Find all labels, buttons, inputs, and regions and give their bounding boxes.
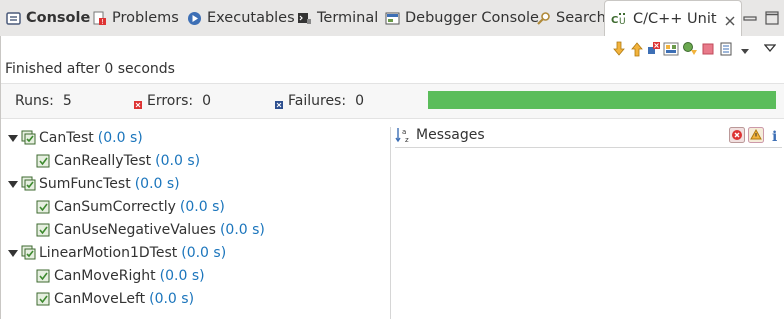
view-menu-icon[interactable] <box>763 42 777 58</box>
show-info-icon[interactable]: i <box>767 127 783 145</box>
cpp-unit-icon: CU <box>611 12 628 27</box>
previous-failure-icon[interactable] <box>630 41 644 61</box>
suite-row[interactable]: LinearMotion1DTest (0.0 s) <box>7 243 226 263</box>
suite-name: CanTest <box>39 130 94 146</box>
next-failure-icon[interactable] <box>612 41 626 61</box>
rerun-test-icon[interactable] <box>682 41 698 61</box>
history-dropdown-arrow-icon[interactable] <box>740 44 750 60</box>
runs-counter: Runs: 5 <box>15 93 72 109</box>
maximize-view-icon[interactable] <box>763 9 781 27</box>
svg-text:z: z <box>405 136 409 144</box>
suite-name: SumFuncTest <box>39 176 131 192</box>
test-history-icon[interactable] <box>720 41 734 61</box>
problems-icon: ! <box>92 11 107 26</box>
error-icon <box>134 97 142 109</box>
suite-time: (0.0 s) <box>134 176 180 192</box>
close-tab-icon[interactable] <box>725 14 735 26</box>
test-case-row[interactable]: CanMoveRight (0.0 s) <box>36 266 205 286</box>
scroll-lock-icon[interactable] <box>663 41 679 61</box>
executables-icon <box>187 11 202 26</box>
tab-search[interactable]: Search <box>536 6 606 30</box>
test-case-passed-icon <box>36 222 52 238</box>
stop-test-icon[interactable] <box>701 41 715 61</box>
suite-time: (0.0 s) <box>97 130 143 146</box>
tab-terminal[interactable]: Terminal <box>297 6 378 30</box>
svg-text:i: i <box>772 129 777 143</box>
tab-cpp-unit[interactable]: CU C/C++ Unit <box>604 0 742 37</box>
test-case-passed-icon <box>36 199 52 215</box>
failures-value: 0 <box>355 93 364 109</box>
test-case-row[interactable]: CanReallyTest (0.0 s) <box>36 151 200 171</box>
svg-text:a: a <box>402 128 406 136</box>
sort-messages-icon: az <box>395 126 413 144</box>
test-case-time: (0.0 s) <box>219 222 265 238</box>
runs-label: Runs: <box>15 93 54 109</box>
tab-debugger-console-label: Debugger Console <box>405 10 539 26</box>
tab-debugger-console[interactable]: Debugger Console <box>385 6 539 30</box>
expand-arrow-icon[interactable] <box>7 132 19 144</box>
terminal-icon <box>297 11 312 26</box>
test-case-name: CanSumCorrectly <box>54 199 176 215</box>
finished-status: Finished after 0 seconds <box>5 61 175 77</box>
search-icon <box>536 11 551 26</box>
expand-arrow-icon[interactable] <box>7 247 19 259</box>
show-failures-only-icon[interactable] <box>647 41 661 61</box>
tab-executables[interactable]: Executables <box>187 6 295 30</box>
errors-label: Errors: <box>147 93 194 109</box>
errors-counter: Errors: 0 <box>134 93 211 109</box>
test-case-name: CanReallyTest <box>54 153 152 169</box>
svg-text:C: C <box>611 15 618 26</box>
failure-icon <box>275 97 283 109</box>
debugger-console-icon <box>385 11 400 26</box>
test-suite-passed-icon <box>21 176 37 192</box>
svg-text:U: U <box>619 17 626 27</box>
errors-value: 0 <box>202 93 212 109</box>
messages-header: az Messages i <box>395 123 782 148</box>
tab-console-label: Console <box>26 10 91 26</box>
tab-terminal-label: Terminal <box>317 10 379 26</box>
view-tab-bar: Console ! Problems Executables Terminal … <box>0 0 784 37</box>
test-case-time: (0.0 s) <box>159 268 205 284</box>
failures-counter: Failures: 0 <box>275 93 364 109</box>
tab-search-label: Search <box>556 10 606 26</box>
console-icon <box>6 11 21 26</box>
test-case-name: CanMoveRight <box>54 268 156 284</box>
test-case-row[interactable]: CanUseNegativeValues (0.0 s) <box>36 220 265 240</box>
tree-messages-divider[interactable] <box>390 127 391 319</box>
suite-row[interactable]: CanTest (0.0 s) <box>7 128 143 148</box>
runs-value: 5 <box>62 93 72 109</box>
suite-name: LinearMotion1DTest <box>39 245 178 261</box>
show-warnings-icon[interactable] <box>748 127 764 143</box>
suite-time: (0.0 s) <box>181 245 227 261</box>
test-case-passed-icon <box>36 153 52 169</box>
view-toolbar <box>611 41 781 59</box>
minimize-view-icon[interactable] <box>741 9 759 27</box>
tab-problems[interactable]: ! Problems <box>92 6 179 30</box>
test-case-name: CanMoveLeft <box>54 291 146 307</box>
test-case-time: (0.0 s) <box>149 291 195 307</box>
messages-title: Messages <box>416 127 485 143</box>
test-case-passed-icon <box>36 268 52 284</box>
test-case-name: CanUseNegativeValues <box>54 222 216 238</box>
test-progress-bar <box>428 91 776 109</box>
tab-cpp-unit-label: C/C++ Unit <box>633 11 717 27</box>
test-case-passed-icon <box>36 291 52 307</box>
test-suite-passed-icon <box>21 130 37 146</box>
tab-problems-label: Problems <box>112 10 179 26</box>
cpp-unit-view: Finished after 0 seconds Runs: 5 Errors:… <box>0 36 784 319</box>
test-case-time: (0.0 s) <box>179 199 225 215</box>
test-case-time: (0.0 s) <box>155 153 201 169</box>
test-suite-passed-icon <box>21 245 37 261</box>
test-case-row[interactable]: CanSumCorrectly (0.0 s) <box>36 197 225 217</box>
svg-text:!: ! <box>101 18 104 26</box>
show-errors-icon[interactable] <box>729 127 745 143</box>
tab-executables-label: Executables <box>207 10 295 26</box>
tab-console[interactable]: Console <box>6 6 90 30</box>
counter-bar: Runs: 5 Errors: 0 Failures: 0 <box>1 83 784 119</box>
failures-label: Failures: <box>288 93 347 109</box>
test-case-row[interactable]: CanMoveLeft (0.0 s) <box>36 289 194 309</box>
expand-arrow-icon[interactable] <box>7 178 19 190</box>
suite-row[interactable]: SumFuncTest (0.0 s) <box>7 174 180 194</box>
